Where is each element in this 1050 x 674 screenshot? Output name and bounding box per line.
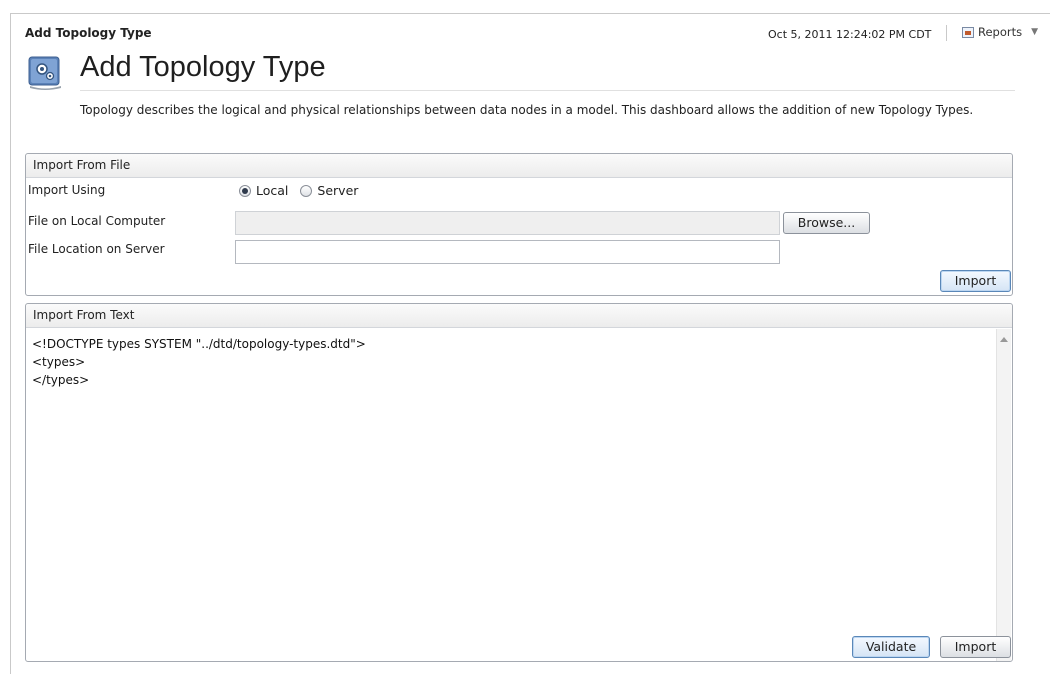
- validate-button[interactable]: Validate: [852, 636, 930, 658]
- import-from-text-heading: Import From Text: [26, 304, 1012, 328]
- import-from-text-panel: Import From Text <!DOCTYPE types SYSTEM …: [25, 303, 1013, 662]
- scroll-up-icon[interactable]: [1000, 337, 1008, 342]
- radio-local[interactable]: [239, 184, 251, 197]
- import-using-radio-group: Local Server: [239, 183, 370, 198]
- local-file-field[interactable]: [235, 211, 780, 235]
- file-location-on-server-label: File Location on Server: [28, 242, 165, 256]
- timestamp: Oct 5, 2011 12:24:02 PM CDT: [768, 28, 932, 41]
- import-file-button[interactable]: Import: [940, 270, 1011, 292]
- text-scrollbar[interactable]: [996, 329, 1011, 661]
- import-from-file-panel: Import From File Import Using Local Serv…: [25, 153, 1013, 296]
- browse-button[interactable]: Browse...: [783, 212, 870, 234]
- radio-server-label[interactable]: Server: [317, 183, 358, 198]
- page-description: Topology describes the logical and physi…: [80, 103, 974, 117]
- report-icon: [962, 26, 974, 38]
- xml-text-area[interactable]: <!DOCTYPE types SYSTEM "../dtd/topology-…: [27, 329, 998, 628]
- radio-local-label[interactable]: Local: [256, 183, 288, 198]
- server-file-location-input[interactable]: [235, 240, 780, 264]
- import-using-label: Import Using: [28, 183, 106, 197]
- import-from-file-heading: Import From File: [26, 154, 1012, 178]
- file-on-local-computer-label: File on Local Computer: [28, 214, 166, 228]
- reports-label: Reports: [978, 25, 1023, 39]
- title-divider: [80, 90, 1015, 91]
- reports-menu[interactable]: Reports ▼: [962, 25, 1038, 39]
- gear-document-icon: [28, 56, 61, 90]
- page-title: Add Topology Type: [80, 51, 326, 83]
- header-separator: [946, 25, 947, 41]
- chevron-down-icon: ▼: [1031, 27, 1039, 37]
- radio-server[interactable]: [300, 184, 313, 197]
- import-text-button[interactable]: Import: [940, 636, 1011, 658]
- breadcrumb: Add Topology Type: [25, 26, 152, 40]
